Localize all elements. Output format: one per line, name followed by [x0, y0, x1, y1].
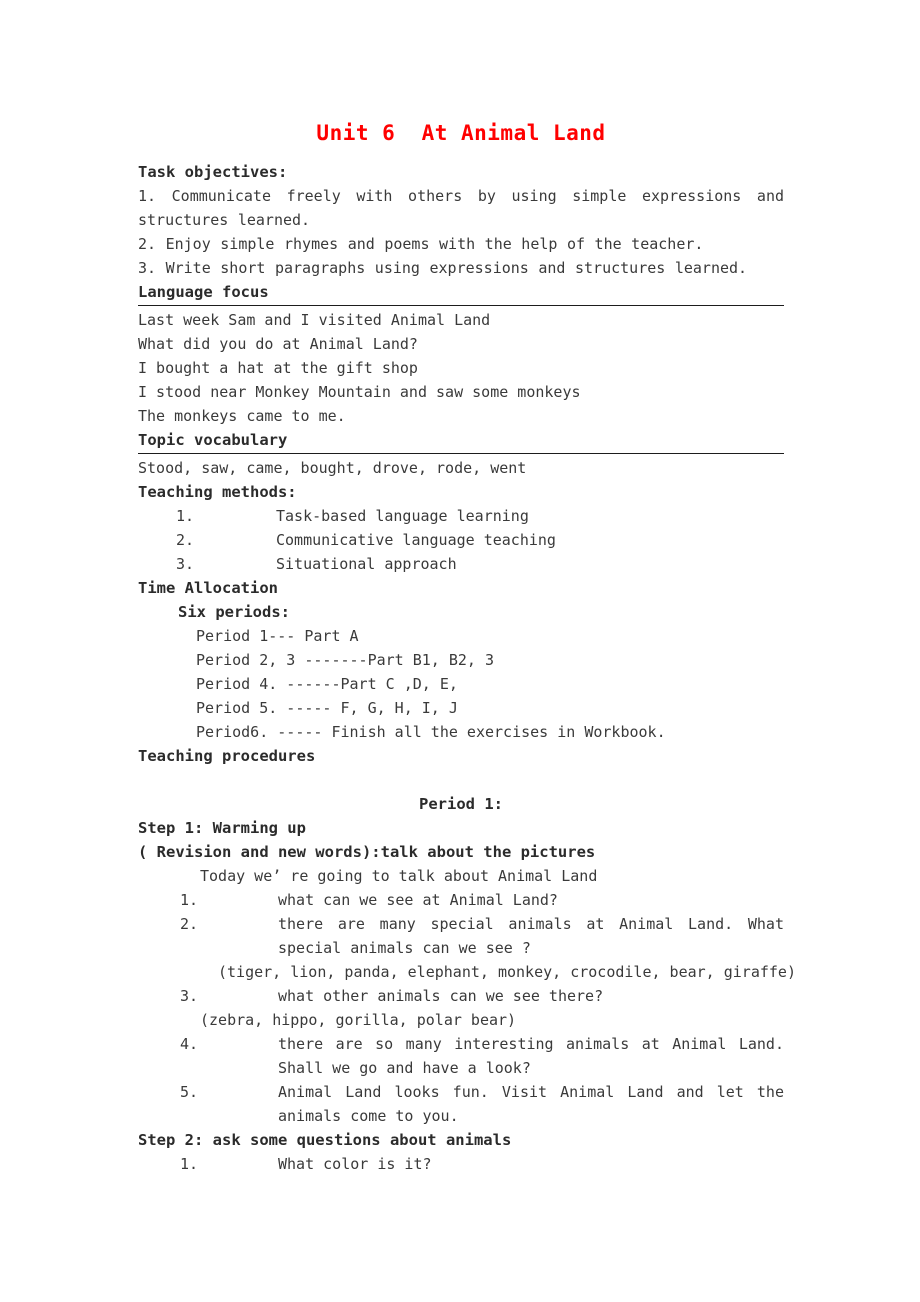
time-allocation-subheading: Six periods:	[178, 603, 290, 621]
list-marker: 1.	[180, 891, 199, 909]
task-objective-item: 1. Communicate freely with others by usi…	[138, 187, 784, 229]
step-1-item: 3. what other animals can we see there?	[180, 984, 784, 1008]
language-focus-line: The monkeys came to me.	[138, 407, 346, 425]
step-2-item: 1. What color is it?	[180, 1152, 784, 1176]
topic-vocabulary-divider	[138, 453, 784, 454]
task-objectives-heading: Task objectives:	[138, 163, 288, 181]
period-line: Period 5. ----- F, G, H, I, J	[196, 699, 458, 717]
task-objective-item: 3. Write short paragraphs using expressi…	[138, 259, 748, 277]
list-marker: 3.	[176, 555, 195, 573]
teaching-methods-heading: Teaching methods:	[138, 483, 297, 501]
step-2-heading: Step 2: ask some questions about animals	[138, 1131, 512, 1149]
language-focus-line: What did you do at Animal Land?	[138, 335, 418, 353]
step-1-intro: Today we’ re going to talk about Animal …	[200, 867, 598, 885]
list-text: there are many special animals at Animal…	[278, 915, 784, 957]
list-marker: 2.	[176, 531, 195, 549]
step-1-item: 2. there are many special animals at Ani…	[180, 912, 784, 960]
list-text: What color is it?	[278, 1155, 432, 1173]
step-1-item: 5. Animal Land looks fun. Visit Animal L…	[180, 1080, 784, 1128]
list-marker: 1.	[176, 507, 195, 525]
teaching-method-item: 1. Task-based language learning	[176, 504, 784, 528]
step-1-subheading: ( Revision and new words):talk about the…	[138, 843, 596, 861]
teaching-method-item: 3. Situational approach	[176, 552, 784, 576]
list-marker: 2.	[180, 915, 199, 933]
step-1-item: 1. what can we see at Animal Land?	[180, 888, 784, 912]
page-title: Unit 6 At Animal Land	[316, 121, 606, 145]
period-line: Period 2, 3 -------Part B1, B2, 3	[196, 651, 495, 669]
list-text: Animal Land looks fun. Visit Animal Land…	[278, 1083, 784, 1125]
step-1-heading: Step 1: Warming up	[138, 819, 306, 837]
language-focus-line: I bought a hat at the gift shop	[138, 359, 418, 377]
list-marker: 1.	[180, 1155, 199, 1173]
list-text: Communicative language teaching	[276, 531, 556, 549]
list-text: Task-based language learning	[276, 507, 529, 525]
list-text: what can we see at Animal Land?	[278, 891, 558, 909]
vertical-spacer	[138, 768, 784, 792]
period-line: Period 1--- Part A	[196, 627, 359, 645]
time-allocation-heading: Time Allocation	[138, 579, 278, 597]
period-line: Period 4. ------Part C ,D, E,	[196, 675, 458, 693]
topic-vocabulary-heading: Topic vocabulary	[138, 431, 288, 449]
language-focus-heading: Language focus	[138, 283, 269, 301]
task-objective-item: 2. Enjoy simple rhymes and poems with th…	[138, 235, 704, 253]
period-1-heading: Period 1:	[419, 795, 503, 813]
list-marker: 5.	[180, 1083, 199, 1101]
document-page: Unit 6 At Animal Land Task objectives: 1…	[138, 0, 796, 1176]
language-focus-line: I stood near Monkey Mountain and saw som…	[138, 383, 581, 401]
list-text: there are so many interesting animals at…	[278, 1035, 784, 1077]
teaching-method-item: 2. Communicative language teaching	[176, 528, 784, 552]
list-text: what other animals can we see there?	[278, 987, 604, 1005]
animal-list-2: (zebra, hippo, gorilla, polar bear)	[200, 1011, 517, 1029]
language-focus-divider	[138, 305, 784, 306]
step-1-item: 4. there are so many interesting animals…	[180, 1032, 784, 1080]
language-focus-line: Last week Sam and I visited Animal Land	[138, 311, 491, 329]
topic-vocabulary-words: Stood, saw, came, bought, drove, rode, w…	[138, 459, 527, 477]
teaching-procedures-heading: Teaching procedures	[138, 747, 316, 765]
list-marker: 3.	[180, 987, 199, 1005]
list-marker: 4.	[180, 1035, 199, 1053]
list-text: Situational approach	[276, 555, 457, 573]
animal-list-1: (tiger, lion, panda, elephant, monkey, c…	[218, 963, 796, 981]
period-line: Period6. ----- Finish all the exercises …	[196, 723, 666, 741]
